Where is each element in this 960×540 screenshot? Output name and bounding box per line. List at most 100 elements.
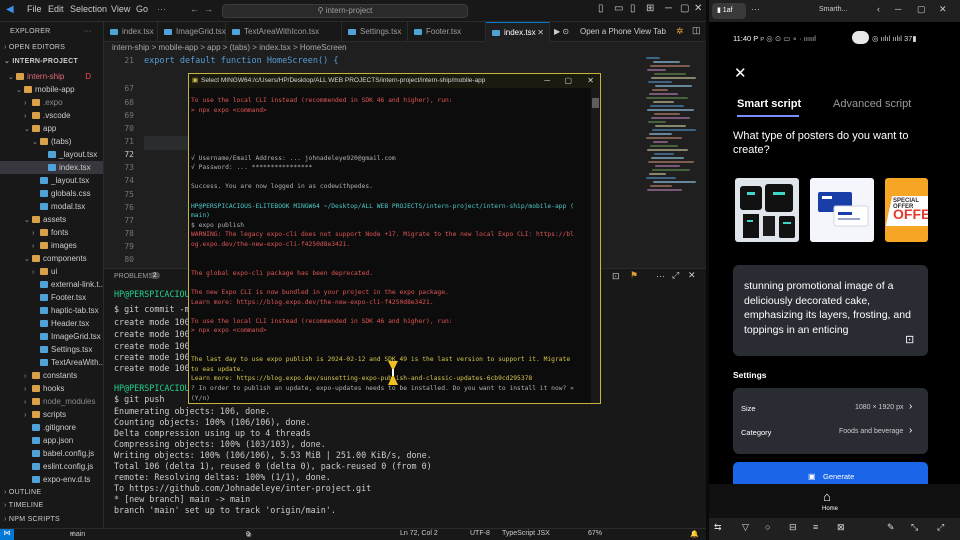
tree-folder[interactable]: › constants — [0, 369, 103, 382]
home-label[interactable]: Home — [822, 506, 838, 512]
more-menu-icon[interactable]: ··· — [157, 4, 166, 14]
volume-down-icon[interactable]: ▽ — [742, 522, 749, 533]
tab-imagegrid[interactable]: ImageGrid.tsx — [158, 22, 226, 42]
split-editor-icon[interactable]: ◫ — [692, 25, 701, 36]
generate-button[interactable]: ▣ Generate — [733, 462, 928, 484]
maximize-panel-icon[interactable]: ⤢ — [672, 270, 679, 281]
language-status[interactable]: TypeScript JSX — [502, 530, 550, 537]
close-screen-icon[interactable]: ✕ — [734, 64, 747, 82]
timeline-section[interactable]: › TIMELINE — [4, 502, 43, 509]
tree-file[interactable]: eslint.config.js — [0, 460, 103, 473]
tree-file[interactable]: _layout.tsx — [0, 174, 103, 187]
layout-sidebar-icon[interactable]: ▯ — [598, 3, 604, 14]
close-icon[interactable]: ✕ — [694, 3, 702, 14]
tree-file[interactable]: Header.tsx — [0, 317, 103, 330]
explorer-more-icon[interactable]: ··· — [84, 28, 92, 35]
tree-file[interactable]: .gitignore — [0, 421, 103, 434]
npm-scripts-section[interactable]: › NPM SCRIPTS — [4, 516, 60, 523]
encoding-status[interactable]: UTF-8 — [470, 530, 490, 537]
mingw-terminal-window[interactable]: ▣ Select MINGW64:/c/Users/HP/Desktop/ALL… — [188, 73, 601, 404]
mingw-minimize-icon[interactable]: ─ — [544, 74, 550, 88]
home-icon[interactable]: ⌂ — [823, 489, 831, 504]
breadcrumb[interactable]: intern-ship > mobile-app > app > (tabs) … — [104, 42, 706, 54]
tab-index-1[interactable]: index.tsx — [104, 22, 158, 42]
browser-maximize-icon[interactable]: ▢ — [917, 4, 926, 15]
tree-folder[interactable]: › images — [0, 239, 103, 252]
tree-folder[interactable]: ⌄ assets — [0, 213, 103, 226]
tree-file[interactable]: expo-env.d.ts — [0, 473, 103, 486]
run-icon[interactable]: ✲ — [676, 26, 684, 37]
command-center-search[interactable]: ⚲ intern-project — [222, 4, 468, 18]
tree-file[interactable]: app.json — [0, 434, 103, 447]
edit-icon[interactable]: ✎ — [887, 522, 895, 533]
tree-file[interactable]: index.tsx — [0, 161, 103, 174]
browser-menu-icon[interactable]: ··· — [751, 4, 760, 14]
tree-file[interactable]: haptic-tab.tsx — [0, 304, 103, 317]
screenshot-icon[interactable]: ⊠ — [837, 522, 845, 533]
browser-back-icon[interactable]: ‹ — [877, 4, 880, 14]
rotate-icon[interactable]: ⇆ — [714, 522, 722, 533]
tab-settings[interactable]: Settings.tsx — [342, 22, 408, 42]
tree-folder[interactable]: › .vscode — [0, 109, 103, 122]
mingw-window-title[interactable]: ▣ Select MINGW64:/c/Users/HP/Desktop/ALL… — [189, 74, 600, 88]
tree-file[interactable]: globals.css — [0, 187, 103, 200]
cursor-position[interactable]: Ln 72, Col 2 — [400, 530, 438, 537]
poster-tile-special-offer[interactable]: SPECIAL OFFER OFFE — [885, 178, 928, 242]
mingw-scrollbar-thumb[interactable] — [592, 98, 599, 108]
tab-footer[interactable]: Footer.tsx — [408, 22, 486, 42]
back-arrow-icon[interactable]: ← — [190, 4, 199, 14]
panel-more-icon[interactable]: ··· — [656, 271, 665, 281]
problems-tab[interactable]: PROBLEMS — [114, 273, 153, 280]
size-row[interactable]: Size 1080 × 1920 px › — [733, 398, 928, 418]
kill-terminal-icon[interactable]: ⊡ — [612, 271, 620, 282]
tab-advanced-script[interactable]: Advanced script — [833, 98, 911, 110]
mingw-close-icon[interactable]: ✕ — [587, 74, 594, 88]
tree-folder[interactable]: ⌄ app — [0, 122, 103, 135]
customize-layout-icon[interactable]: ⊞ — [646, 3, 654, 14]
tree-folder[interactable]: › node_modules — [0, 395, 103, 408]
maximize-icon[interactable]: ▢ — [680, 3, 689, 14]
notifications-icon[interactable]: 🔔 — [690, 530, 699, 538]
image-upload-icon[interactable]: ⊡ — [905, 333, 914, 346]
record-icon[interactable]: ○ — [765, 522, 770, 532]
tree-file[interactable]: external-link.t... — [0, 278, 103, 291]
menu-edit[interactable]: Edit — [48, 4, 64, 14]
tree-file[interactable]: Footer.tsx — [0, 291, 103, 304]
prompt-textarea[interactable]: stunning promotional image of a deliciou… — [733, 265, 928, 356]
tab-textareawithicon[interactable]: TextAreaWithIcon.tsx — [226, 22, 342, 42]
terminal-more-icon[interactable]: ⚑ — [630, 270, 638, 281]
tree-file[interactable]: modal.tsx — [0, 200, 103, 213]
menu-file[interactable]: File — [27, 4, 42, 14]
browser-minimize-icon[interactable]: ─ — [895, 4, 901, 14]
menu-selection[interactable]: Selection — [70, 4, 107, 14]
tree-folder[interactable]: ⌄ intern-ship D — [0, 70, 103, 83]
tab-index-active[interactable]: index.tsx ✕ — [486, 22, 550, 42]
mingw-maximize-icon[interactable]: ▢ — [564, 74, 572, 88]
tree-folder[interactable]: ⌄ (tabs) — [0, 135, 103, 148]
tree-folder[interactable]: › scripts — [0, 408, 103, 421]
tab-smart-script[interactable]: Smart script — [737, 98, 801, 110]
tree-file[interactable]: Settings.tsx — [0, 343, 103, 356]
tree-folder[interactable]: › .expo — [0, 96, 103, 109]
tree-file[interactable]: _layout.tsx — [0, 148, 103, 161]
tree-folder[interactable]: › fonts — [0, 226, 103, 239]
browser-tab[interactable]: ▮ 1af — [712, 3, 746, 19]
expand-icon[interactable]: ⤢ — [937, 522, 944, 533]
project-root-section[interactable]: ⌄ INTERN-PROJECT — [4, 57, 78, 65]
open-editors-section[interactable]: › OPEN EDITORS — [4, 44, 65, 51]
poster-tile-merch[interactable] — [735, 178, 799, 242]
tree-file[interactable]: ImageGrid.tsx — [0, 330, 103, 343]
layout-panel-icon[interactable]: ▭ — [614, 3, 623, 14]
layout-secondary-icon[interactable]: ▯ — [630, 3, 636, 14]
collapse-icon[interactable]: ⤡ — [911, 522, 918, 533]
menu-go[interactable]: Go — [136, 4, 148, 14]
remote-icon[interactable]: ⋈ — [0, 529, 14, 540]
outline-section[interactable]: › OUTLINE — [4, 489, 41, 496]
browser-close-icon[interactable]: ✕ — [939, 4, 947, 15]
open-phone-view-tab[interactable]: ▶ ⊙ Open a Phone View Tab — [550, 22, 670, 42]
minus-icon[interactable]: ⊟ — [789, 522, 797, 533]
tree-folder[interactable]: ⌄ components — [0, 252, 103, 265]
close-panel-icon[interactable]: ✕ — [688, 270, 696, 281]
menu-view[interactable]: View — [111, 4, 130, 14]
menu-icon[interactable]: ≡ — [813, 522, 818, 532]
